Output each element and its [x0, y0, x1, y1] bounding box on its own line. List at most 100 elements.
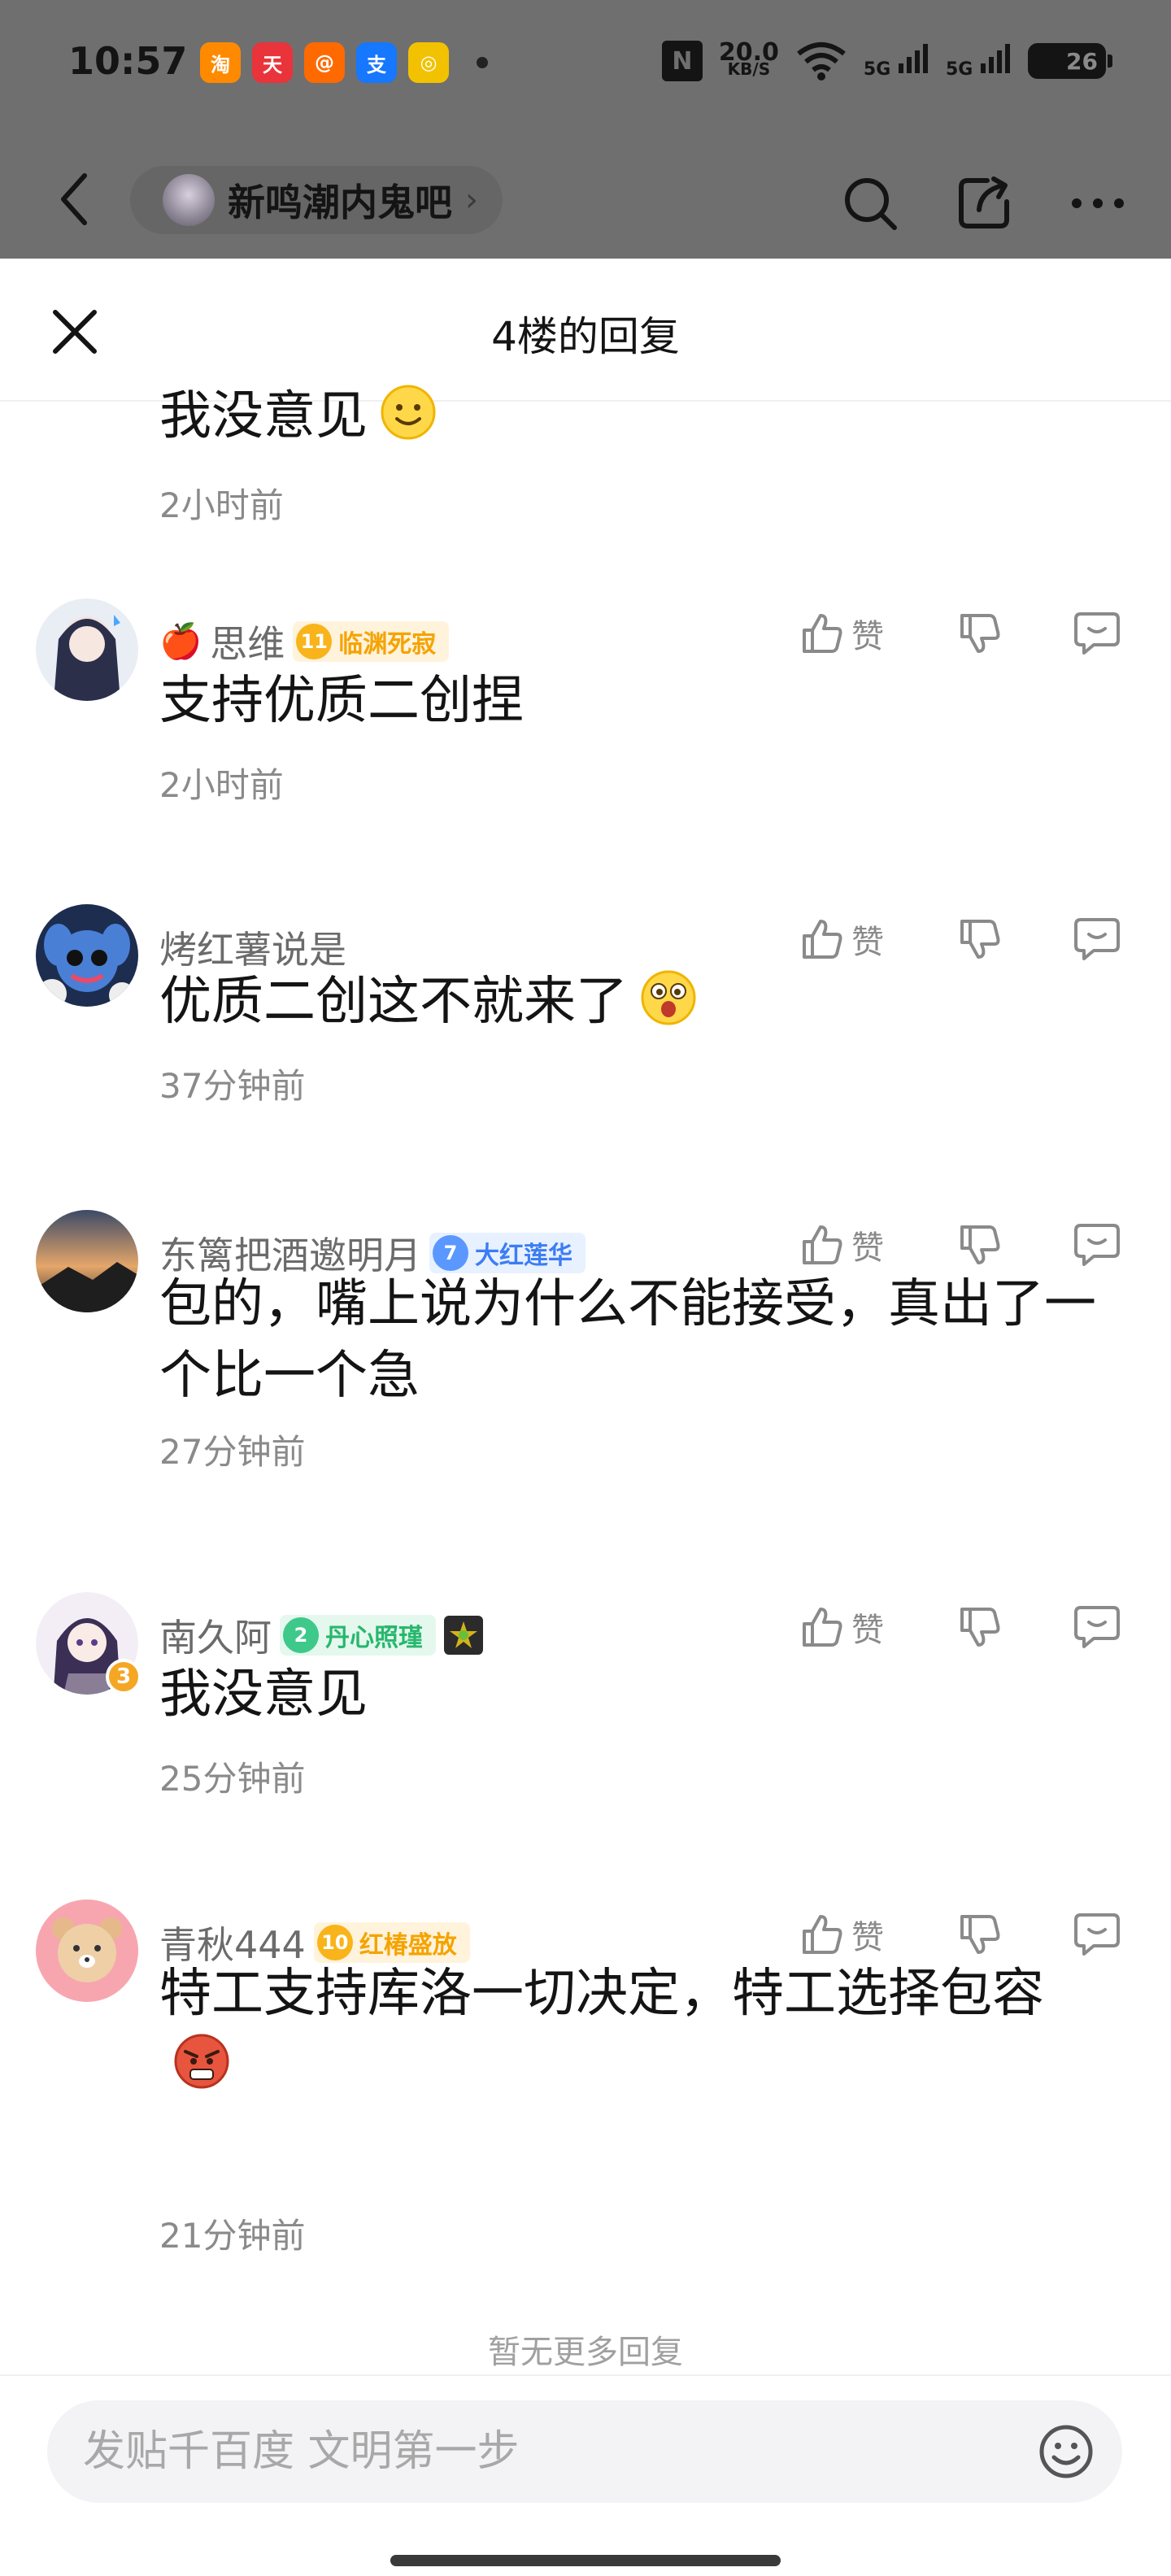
- yellow-app-icon: ◎: [408, 42, 449, 83]
- network-speed-value: 20.0: [718, 38, 779, 67]
- level-number: 10: [316, 1925, 353, 1960]
- more-button[interactable]: [1065, 171, 1130, 236]
- more-notifications-dot: [477, 57, 488, 68]
- comment-icon: [1074, 1913, 1120, 1956]
- taobao-app-icon: 淘: [200, 42, 241, 83]
- thumbs-down-icon: [960, 614, 1000, 653]
- avatar[interactable]: [36, 904, 138, 1007]
- dislike-button[interactable]: [951, 1604, 1008, 1650]
- like-label: 赞: [851, 924, 884, 961]
- forum-link[interactable]: 新鸣潮内鬼吧 ›: [130, 166, 503, 234]
- like-button[interactable]: 赞: [789, 1221, 895, 1268]
- reply-text: 我没意见: [159, 1664, 368, 1725]
- level-title: 丹心照瑾: [325, 1624, 423, 1652]
- thumbs-up-icon: [803, 614, 842, 653]
- thumbs-up-icon: [803, 1915, 842, 1954]
- network-speed: 20.0 KB/S: [718, 38, 779, 78]
- avatar[interactable]: [36, 1899, 138, 2002]
- avatar[interactable]: 3: [36, 1592, 141, 1695]
- reply-button[interactable]: [1069, 1912, 1125, 1957]
- reply-actions: 赞: [789, 1911, 1125, 1958]
- like-button[interactable]: 赞: [789, 1911, 895, 1958]
- share-button[interactable]: [951, 171, 1016, 236]
- reply-author[interactable]: 南久阿 2 丹心照瑾: [159, 1608, 483, 1662]
- apple-emoji-icon: 🍎: [159, 621, 202, 661]
- bear-avatar-icon: [36, 1899, 138, 2002]
- dislike-button[interactable]: [951, 1912, 1008, 1957]
- surprised-emoji-icon: [641, 970, 696, 1025]
- medal-icon: [444, 1616, 483, 1655]
- smiley-icon: [1039, 2425, 1093, 2478]
- forum-name: 新鸣潮内鬼吧: [228, 181, 452, 224]
- no-more-replies: 暂无更多回复: [488, 2334, 683, 2371]
- status-bar: 10:57 淘天 @ 支 ◎ N 20.0 KB/S 5G 5G 26: [0, 0, 1171, 130]
- reply-text: 我没意见: [159, 381, 1127, 452]
- reply-author[interactable]: 🍎 思维 11 临渊死寂: [159, 615, 450, 668]
- reply-button[interactable]: [1069, 916, 1125, 962]
- like-label: 赞: [851, 618, 884, 655]
- reply-time: 21分钟前: [159, 2216, 306, 2256]
- level-badge: 11 临渊死寂: [293, 621, 450, 662]
- comment-icon: [1074, 918, 1120, 960]
- like-button[interactable]: 赞: [789, 610, 895, 657]
- smile-emoji-icon: [381, 385, 436, 440]
- reply-actions: 赞: [789, 1221, 1125, 1268]
- level-title: 大红莲华: [475, 1242, 572, 1270]
- dislike-button[interactable]: [951, 1222, 1008, 1268]
- reply-button[interactable]: [1069, 1604, 1125, 1650]
- dimmed-background: 10:57 淘天 @ 支 ◎ N 20.0 KB/S 5G 5G 26 新鸣潮内…: [0, 0, 1171, 259]
- thumbs-down-icon: [960, 1225, 1000, 1264]
- level-number: 7: [433, 1235, 468, 1271]
- reply-actions: 赞: [789, 610, 1125, 657]
- sunset-avatar-icon: [36, 1210, 138, 1312]
- level-badge: 7 大红莲华: [429, 1233, 586, 1273]
- anime-girl-avatar-icon: [36, 598, 138, 701]
- reply-actions: 赞: [789, 916, 1125, 963]
- comment-icon: [1074, 1224, 1120, 1266]
- more-icon: [1072, 198, 1124, 208]
- back-button[interactable]: [49, 171, 98, 228]
- share-icon: [959, 176, 1009, 228]
- forum-avatar: [163, 174, 215, 226]
- dislike-button[interactable]: [951, 916, 1008, 962]
- like-label: 赞: [851, 1919, 884, 1956]
- reply-time: 27分钟前: [159, 1432, 306, 1472]
- home-indicator[interactable]: [390, 2555, 781, 2566]
- level-number: 11: [296, 624, 333, 659]
- level-badge: 2 丹心照瑾: [280, 1615, 436, 1656]
- thumbs-up-icon: [803, 1225, 842, 1264]
- status-time: 10:57: [68, 39, 188, 83]
- dislike-button[interactable]: [951, 611, 1008, 656]
- comment-icon: [1074, 612, 1120, 655]
- forum-nav-bar: 新鸣潮内鬼吧 ›: [0, 146, 1171, 252]
- battery-level: 26: [1066, 47, 1098, 75]
- like-label: 赞: [851, 1229, 884, 1267]
- reply-input[interactable]: [83, 2400, 1018, 2503]
- wifi-icon: [797, 42, 846, 80]
- reply-sheet: 4楼的回复 我没意见 2小时前 🍎 思维 11 临渊死寂 赞 支持优质二创捏 2…: [0, 259, 1171, 2576]
- status-indicators: N 20.0 KB/S 5G 5G 26: [661, 38, 1112, 81]
- like-button[interactable]: 赞: [789, 916, 895, 963]
- signal-2-label: 5G: [945, 59, 973, 80]
- emoji-picker-button[interactable]: [1038, 2423, 1095, 2480]
- signal-2: 5G: [946, 42, 1012, 80]
- thumbs-down-icon: [960, 1608, 1000, 1647]
- avatar[interactable]: [36, 1210, 138, 1312]
- search-button[interactable]: [838, 171, 903, 236]
- reply-input-container[interactable]: [47, 2400, 1122, 2503]
- author-name: 南久阿: [159, 1616, 272, 1660]
- avatar[interactable]: [36, 598, 138, 701]
- reply-text: 支持优质二创捏: [159, 671, 524, 731]
- reply-time: 37分钟前: [159, 1066, 306, 1106]
- reply-input-bar: [0, 2374, 1171, 2576]
- thumbs-down-icon: [960, 1915, 1000, 1954]
- reply-text: 包的，嘴上说为什么不能接受，真出了一个比一个急: [159, 1274, 1096, 1406]
- reply-time: 25分钟前: [159, 1759, 306, 1799]
- level-badge: 10 红椿盛放: [313, 1922, 470, 1963]
- star-medal-icon: [450, 1621, 477, 1648]
- nav-tools: [838, 171, 1130, 236]
- like-button[interactable]: 赞: [789, 1603, 895, 1651]
- reply-button[interactable]: [1069, 1222, 1125, 1268]
- level-number: 2: [283, 1617, 319, 1653]
- reply-button[interactable]: [1069, 611, 1125, 656]
